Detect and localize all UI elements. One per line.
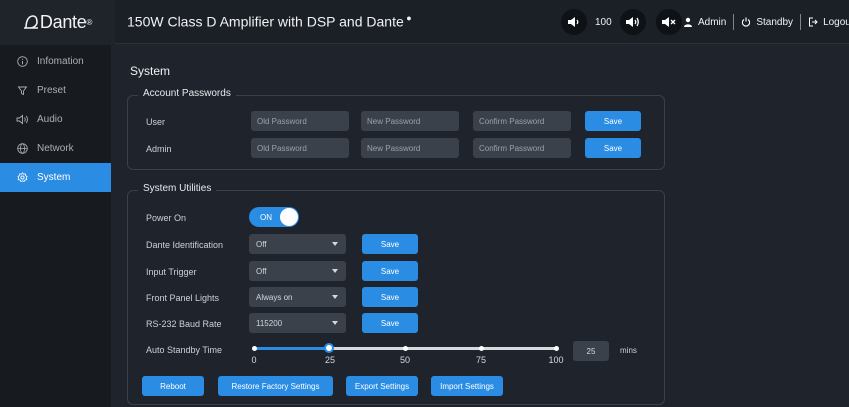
power-on-label: Power On bbox=[146, 213, 187, 223]
user-confirm-password-input[interactable] bbox=[473, 111, 571, 131]
mute-button[interactable] bbox=[655, 9, 682, 35]
user-save-button[interactable]: Save bbox=[585, 111, 641, 131]
user-row-label: User bbox=[146, 117, 166, 127]
dante-identification-label: Dante Identification bbox=[146, 240, 224, 250]
select-value: Off bbox=[256, 239, 267, 249]
preset-icon bbox=[15, 85, 29, 96]
registered-mark-icon: ● bbox=[403, 13, 412, 23]
user-new-password-input[interactable] bbox=[361, 111, 459, 131]
sidebar-item-information[interactable]: Infomation bbox=[0, 47, 111, 76]
top-header: Dante ® 150W Class D Amplifier with DSP a… bbox=[0, 0, 849, 44]
user-old-password-input[interactable] bbox=[251, 111, 349, 131]
slider-tick-label: 75 bbox=[475, 355, 486, 365]
volume-value: 100 bbox=[595, 16, 612, 28]
group-title: Account Passwords bbox=[138, 88, 236, 99]
divider bbox=[800, 14, 802, 30]
app-title-text: 150W Class D Amplifier with DSP and Dant… bbox=[127, 13, 404, 30]
sidebar-item-label: System bbox=[37, 172, 71, 183]
sidebar-item-label: Audio bbox=[37, 114, 63, 125]
page-title: System bbox=[130, 64, 171, 78]
export-settings-button[interactable]: Export Settings bbox=[346, 376, 418, 396]
logout-button[interactable]: Logout bbox=[823, 17, 849, 28]
slider-tick-label: 50 bbox=[399, 355, 410, 365]
auto-standby-label: Auto Standby Time bbox=[146, 345, 223, 355]
toggle-state-label: ON bbox=[260, 213, 272, 222]
main-content: System Account Passwords User Save Admin… bbox=[111, 45, 849, 407]
front-panel-lights-select[interactable]: Always on bbox=[249, 287, 346, 307]
user-icon bbox=[683, 17, 693, 27]
speaker-mute-icon bbox=[662, 17, 676, 27]
admin-new-password-input[interactable] bbox=[361, 138, 459, 158]
user-label[interactable]: Admin bbox=[698, 17, 726, 28]
volume-controls: 100 bbox=[561, 8, 682, 36]
slider-tick-label: 100 bbox=[548, 355, 564, 365]
audio-icon bbox=[15, 114, 29, 125]
dante-logo-mark-icon bbox=[23, 15, 38, 29]
slider-tick-label: 25 bbox=[324, 355, 335, 365]
sidebar-item-preset[interactable]: Preset bbox=[0, 76, 111, 105]
registered-mark-icon: ® bbox=[86, 17, 93, 27]
input-trigger-label: Input Trigger bbox=[146, 267, 197, 277]
standby-button[interactable]: Standby bbox=[756, 17, 793, 28]
input-trigger-select[interactable]: Off bbox=[249, 261, 346, 281]
volume-up-button[interactable] bbox=[619, 9, 646, 35]
baud-rate-save-button[interactable]: Save bbox=[362, 313, 418, 333]
speaker-high-icon bbox=[626, 17, 640, 27]
input-trigger-save-button[interactable]: Save bbox=[362, 261, 418, 281]
chevron-down-icon bbox=[332, 321, 338, 325]
admin-confirm-password-input[interactable] bbox=[473, 138, 571, 158]
power-on-toggle[interactable]: ON bbox=[249, 207, 299, 227]
slider-stop bbox=[252, 346, 257, 351]
speaker-low-icon bbox=[568, 17, 579, 27]
slider-stop bbox=[554, 346, 559, 351]
toggle-knob bbox=[280, 208, 298, 226]
app-title: 150W Class D Amplifier with DSP and Dant… bbox=[127, 13, 412, 30]
select-value: Always on bbox=[256, 292, 293, 302]
chevron-down-icon bbox=[332, 295, 338, 299]
sidebar-item-system[interactable]: System bbox=[0, 163, 111, 192]
divider bbox=[733, 14, 735, 30]
slider-tick-label: 0 bbox=[251, 355, 257, 365]
restore-factory-settings-button[interactable]: Restore Factory Settings bbox=[218, 376, 333, 396]
front-panel-lights-save-button[interactable]: Save bbox=[362, 287, 418, 307]
standby-minutes-input[interactable]: 25 bbox=[573, 341, 609, 361]
power-icon[interactable] bbox=[741, 17, 751, 27]
import-settings-button[interactable]: Import Settings bbox=[431, 376, 503, 396]
slider-stop bbox=[479, 346, 484, 351]
info-icon bbox=[15, 56, 29, 67]
chevron-down-icon bbox=[332, 242, 338, 246]
slider-fill bbox=[254, 347, 330, 350]
volume-down-button[interactable] bbox=[561, 9, 587, 35]
dante-identification-select[interactable]: Off bbox=[249, 234, 346, 254]
baud-rate-label: RS-232 Baud Rate bbox=[146, 319, 222, 329]
dante-logo: Dante ® bbox=[0, 0, 115, 44]
sidebar-item-label: Infomation bbox=[37, 56, 84, 67]
admin-save-button[interactable]: Save bbox=[585, 138, 641, 158]
slider-thumb[interactable] bbox=[324, 343, 334, 353]
reboot-button[interactable]: Reboot bbox=[142, 376, 204, 396]
sidebar-item-label: Preset bbox=[37, 85, 66, 96]
gear-icon bbox=[15, 172, 29, 183]
sidebar: Infomation Preset Audio Network System bbox=[0, 45, 111, 407]
sidebar-item-network[interactable]: Network bbox=[0, 134, 111, 163]
globe-icon bbox=[15, 143, 29, 154]
logout-icon[interactable] bbox=[808, 17, 818, 27]
dante-identification-save-button[interactable]: Save bbox=[362, 234, 418, 254]
front-panel-lights-label: Front Panel Lights bbox=[146, 293, 220, 303]
logo-text: Dante bbox=[39, 11, 87, 32]
admin-row-label: Admin bbox=[146, 144, 172, 154]
sidebar-item-label: Network bbox=[37, 143, 74, 154]
admin-old-password-input[interactable] bbox=[251, 138, 349, 158]
baud-rate-select[interactable]: 115200 bbox=[249, 313, 346, 333]
sidebar-item-audio[interactable]: Audio bbox=[0, 105, 111, 134]
select-value: 115200 bbox=[256, 318, 283, 328]
chevron-down-icon bbox=[332, 269, 338, 273]
user-controls: Admin Standby Logout bbox=[683, 0, 849, 44]
auto-standby-slider[interactable]: 0 25 50 75 100 bbox=[251, 342, 564, 372]
slider-stop bbox=[403, 346, 408, 351]
account-passwords-group: Account Passwords bbox=[127, 88, 665, 170]
select-value: Off bbox=[256, 266, 267, 276]
minutes-unit-label: mins bbox=[620, 346, 637, 355]
group-title: System Utilities bbox=[138, 183, 217, 194]
